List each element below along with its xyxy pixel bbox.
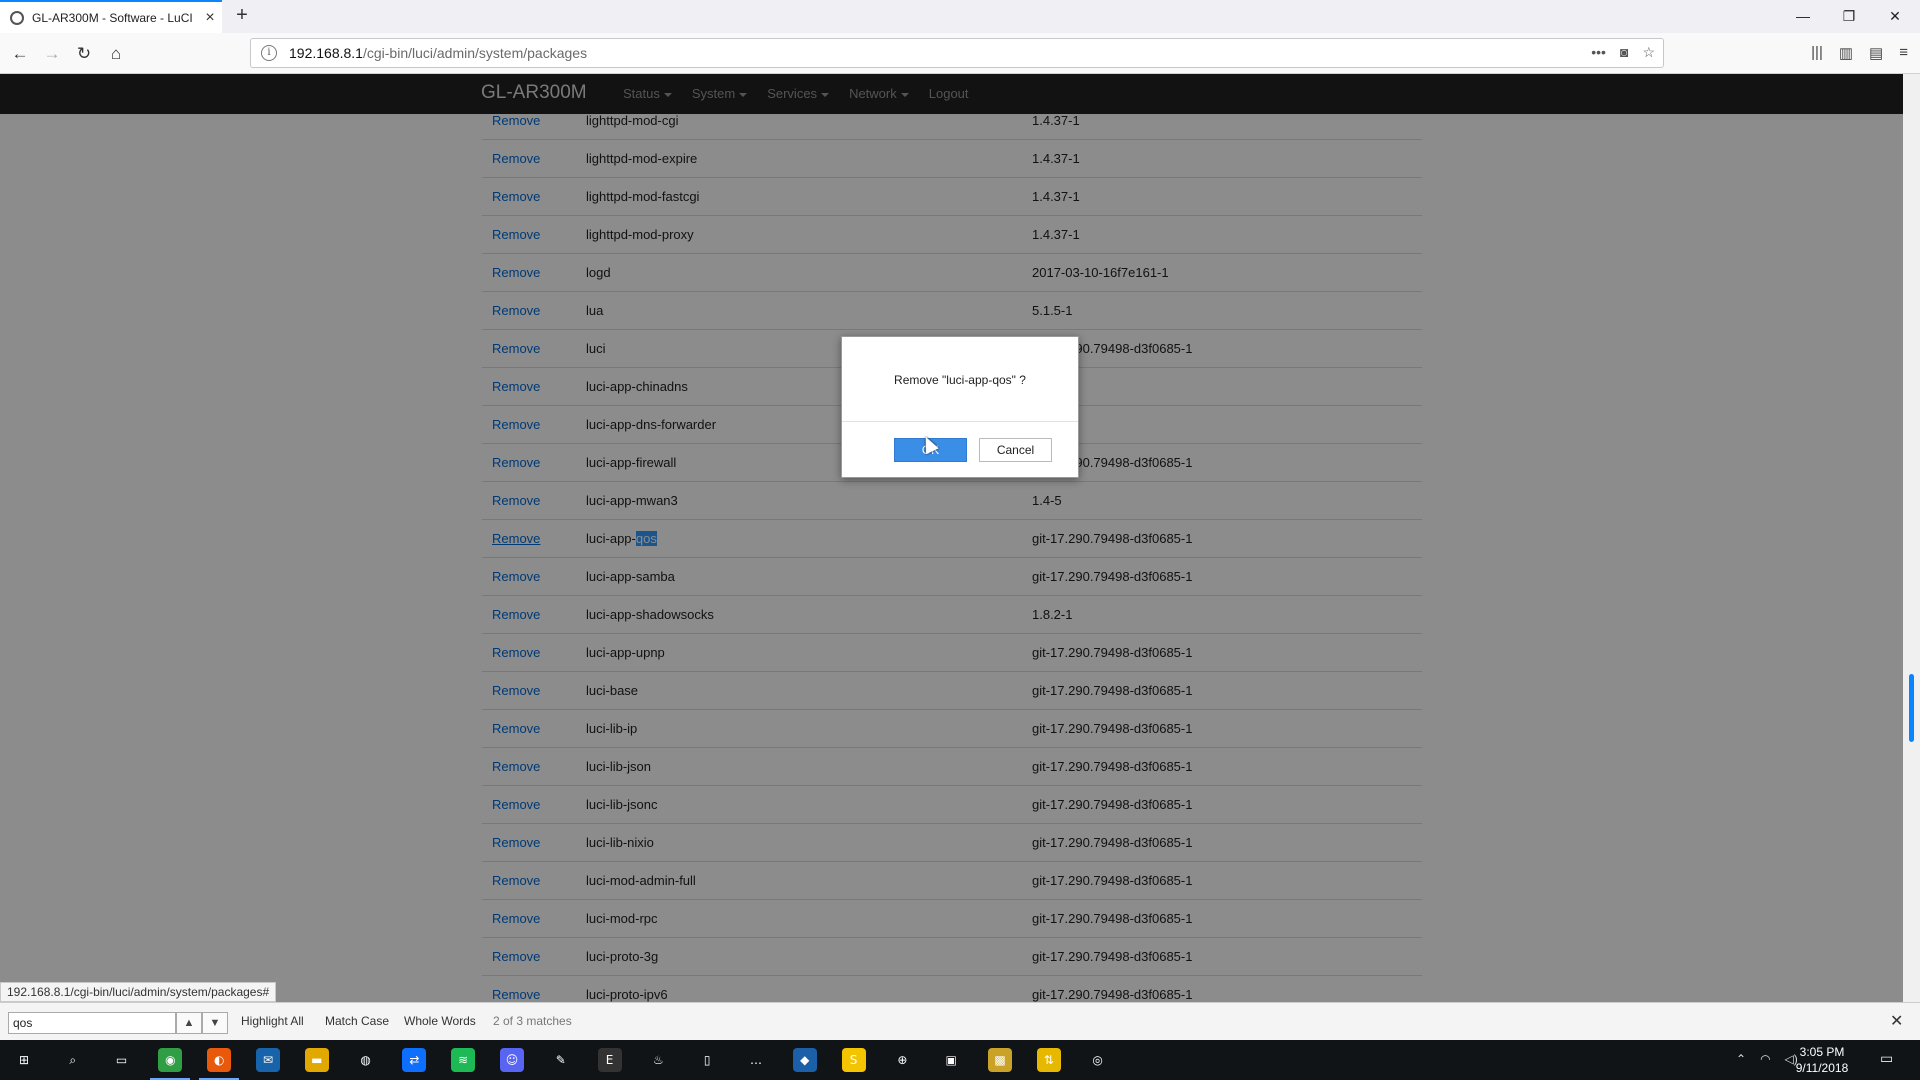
modal-overlay <box>0 74 1903 1002</box>
keepass-icon[interactable]: ◍ <box>354 1048 378 1072</box>
network-icon[interactable]: ◠ <box>1760 1052 1770 1066</box>
teamviewer-icon[interactable]: ⇄ <box>402 1048 427 1072</box>
find-next-button[interactable]: ▼ <box>202 1012 228 1034</box>
clock-time: 3:05 PM <box>1799 1045 1845 1059</box>
remote-desktop-icon[interactable]: ▣ <box>939 1048 963 1072</box>
new-tab-button[interactable]: + <box>230 4 254 28</box>
tab-title: GL-AR300M - Software - LuCI <box>32 10 193 25</box>
spotify-icon[interactable]: ≋ <box>451 1048 476 1072</box>
find-bar: qos ▲ ▼ Highlight All Match Case Whole W… <box>0 1002 1920 1040</box>
link-status-bar: 192.168.8.1/cgi-bin/luci/admin/system/pa… <box>0 982 277 1002</box>
dialog-divider <box>842 421 1078 422</box>
page-actions-icon[interactable]: ••• <box>1591 44 1606 61</box>
task-view-icon[interactable]: ▭ <box>110 1048 134 1072</box>
library-icon[interactable]: ||| <box>1811 44 1823 62</box>
url-path: /cgi-bin/luci/admin/system/packages <box>362 45 588 61</box>
match-case-toggle[interactable]: Match Case <box>325 1014 389 1028</box>
cancel-button[interactable]: Cancel <box>979 438 1052 462</box>
tab-close-icon[interactable]: × <box>198 9 222 27</box>
find-previous-button[interactable]: ▲ <box>176 1012 202 1034</box>
menu-icon[interactable]: ≡ <box>1899 44 1908 62</box>
home-button[interactable]: ⌂ <box>103 41 129 67</box>
sticky-notes-icon[interactable]: ▩ <box>988 1048 1012 1072</box>
notifications-icon[interactable]: ▭ <box>1880 1050 1893 1067</box>
confirm-dialog: Remove "luci-app-qos" ? OK Cancel <box>841 336 1079 478</box>
scrollbar-thumb[interactable] <box>1909 674 1914 742</box>
network-app-icon[interactable]: ⊕ <box>890 1048 914 1072</box>
app-s-icon[interactable]: S <box>841 1048 866 1072</box>
close-find-bar-icon[interactable]: ✕ <box>1890 1011 1903 1031</box>
find-input[interactable]: qos <box>8 1012 176 1034</box>
minimize-button[interactable]: — <box>1780 0 1826 33</box>
browser-toolbar: ← → ↻ ⌂ i 192.168.8.1/cgi-bin/luci/admin… <box>0 33 1920 74</box>
start-icon[interactable]: ⊞ <box>12 1048 36 1072</box>
address-bar[interactable]: i 192.168.8.1/cgi-bin/luci/admin/system/… <box>250 38 1664 68</box>
taskbar: ⌃ ◠ ◁) 3:05 PM 9/11/2018 ▭ ⊞ ⌕ ▭ ◉ ◐ ✉ ▬ ◍ ⇄ ≋ ☺ ✎ E… <box>0 1040 1920 1080</box>
pocket-icon[interactable]: ◙ <box>1620 44 1628 61</box>
notepad-icon[interactable]: ✎ <box>549 1048 573 1072</box>
find-match-count: 2 of 3 matches <box>493 1014 572 1028</box>
discord-icon[interactable]: ☺ <box>500 1048 524 1072</box>
clock-date: 9/11/2018 <box>1795 1061 1849 1075</box>
taskbar-clock[interactable]: 3:05 PM 9/11/2018 <box>1786 1044 1858 1076</box>
bookmark-star-icon[interactable]: ☆ <box>1642 44 1655 61</box>
firefox-icon[interactable]: ◐ <box>207 1048 232 1072</box>
chat-icon[interactable]: … <box>744 1048 768 1072</box>
restore-button[interactable]: ❐ <box>1826 0 1872 33</box>
highlight-all-toggle[interactable]: Highlight All <box>241 1014 304 1028</box>
close-window-button[interactable]: ✕ <box>1872 0 1918 33</box>
reader-view-icon[interactable]: ▤ <box>1869 44 1883 62</box>
back-button[interactable]: ← <box>7 41 33 67</box>
url-host: 192.168.8.1 <box>289 45 363 61</box>
browser-tab[interactable]: GL-AR300M - Software - LuCI × <box>0 0 222 33</box>
winscp-icon[interactable]: ⇅ <box>1036 1048 1061 1072</box>
reload-button[interactable]: ↻ <box>71 41 97 67</box>
steam-alt-icon[interactable]: ◎ <box>1086 1048 1110 1072</box>
page-scrollbar[interactable] <box>1903 74 1920 1002</box>
search-icon[interactable]: ⌕ <box>61 1048 85 1072</box>
sidebar-icon[interactable]: ▥ <box>1839 44 1853 62</box>
file-explorer-icon[interactable]: ▬ <box>304 1048 329 1072</box>
forward-button[interactable]: → <box>39 41 65 67</box>
favicon-icon <box>10 10 24 25</box>
tray-overflow-icon[interactable]: ⌃ <box>1736 1052 1746 1066</box>
whole-words-toggle[interactable]: Whole Words <box>404 1014 476 1028</box>
chrome-icon[interactable]: ◉ <box>158 1048 183 1072</box>
browser-tab-bar: GL-AR300M - Software - LuCI × + — ❐ ✕ <box>0 0 1920 33</box>
epic-games-icon[interactable]: E <box>597 1048 622 1072</box>
document-icon[interactable]: ▯ <box>695 1048 719 1072</box>
steam-icon[interactable]: ♨ <box>646 1048 670 1072</box>
vscode-icon[interactable]: ◆ <box>792 1048 817 1072</box>
dialog-message: Remove "luci-app-qos" ? <box>894 373 1026 387</box>
thunderbird-icon[interactable]: ✉ <box>256 1048 280 1072</box>
site-info-icon[interactable]: i <box>261 45 277 61</box>
